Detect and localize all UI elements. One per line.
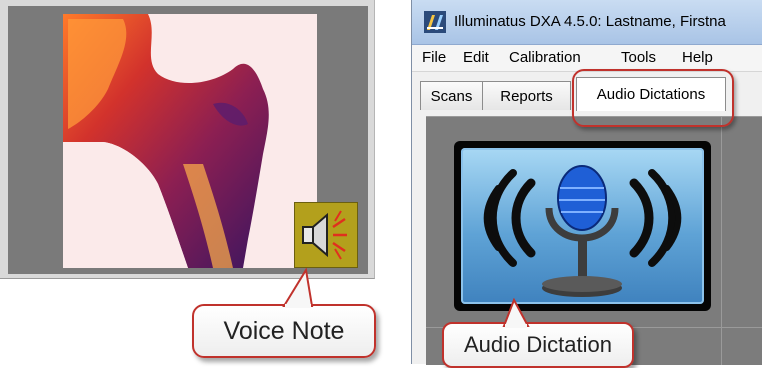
tab-reports[interactable]: Reports — [482, 81, 571, 110]
menu-help[interactable]: Help — [682, 49, 713, 66]
window-title: Illuminatus DXA 4.5.0: Lastname, Firstna — [454, 13, 726, 30]
voice-note-callout: Voice Note — [192, 304, 376, 358]
scan-frame — [0, 0, 375, 279]
voice-note-callout-label: Voice Note — [223, 316, 345, 345]
title-bar: Illuminatus DXA 4.5.0: Lastname, Firstna — [412, 0, 762, 45]
audio-dictation-callout-label: Audio Dictation — [464, 332, 612, 357]
audio-dictation-callout-pointer — [502, 298, 530, 328]
tab-scans-label: Scans — [430, 87, 473, 105]
speaker-icon — [302, 210, 347, 260]
app-window: Illuminatus DXA 4.5.0: Lastname, Firstna… — [411, 0, 762, 365]
femur-scan-image — [63, 14, 317, 268]
tab-scans[interactable]: Scans — [420, 81, 483, 110]
voice-note-callout-pointer — [282, 268, 314, 308]
tab-reports-label: Reports — [500, 87, 553, 105]
femur-scan-graphic — [63, 14, 269, 268]
voice-note-icon[interactable] — [294, 202, 358, 268]
audio-dictations-tab-highlight — [572, 69, 734, 127]
menu-calibration[interactable]: Calibration — [509, 49, 581, 66]
menu-file[interactable]: File — [422, 49, 446, 66]
audio-dictation-callout: Audio Dictation — [442, 322, 634, 368]
microphone-icon — [483, 165, 682, 297]
menu-tools[interactable]: Tools — [621, 49, 656, 66]
menu-edit[interactable]: Edit — [463, 49, 489, 66]
audio-dictation-button-face — [461, 148, 704, 304]
audio-dictation-button[interactable] — [454, 141, 711, 311]
menu-bar: File Edit Calibration Tools Help — [412, 45, 762, 72]
dxa-app-icon — [424, 11, 446, 33]
